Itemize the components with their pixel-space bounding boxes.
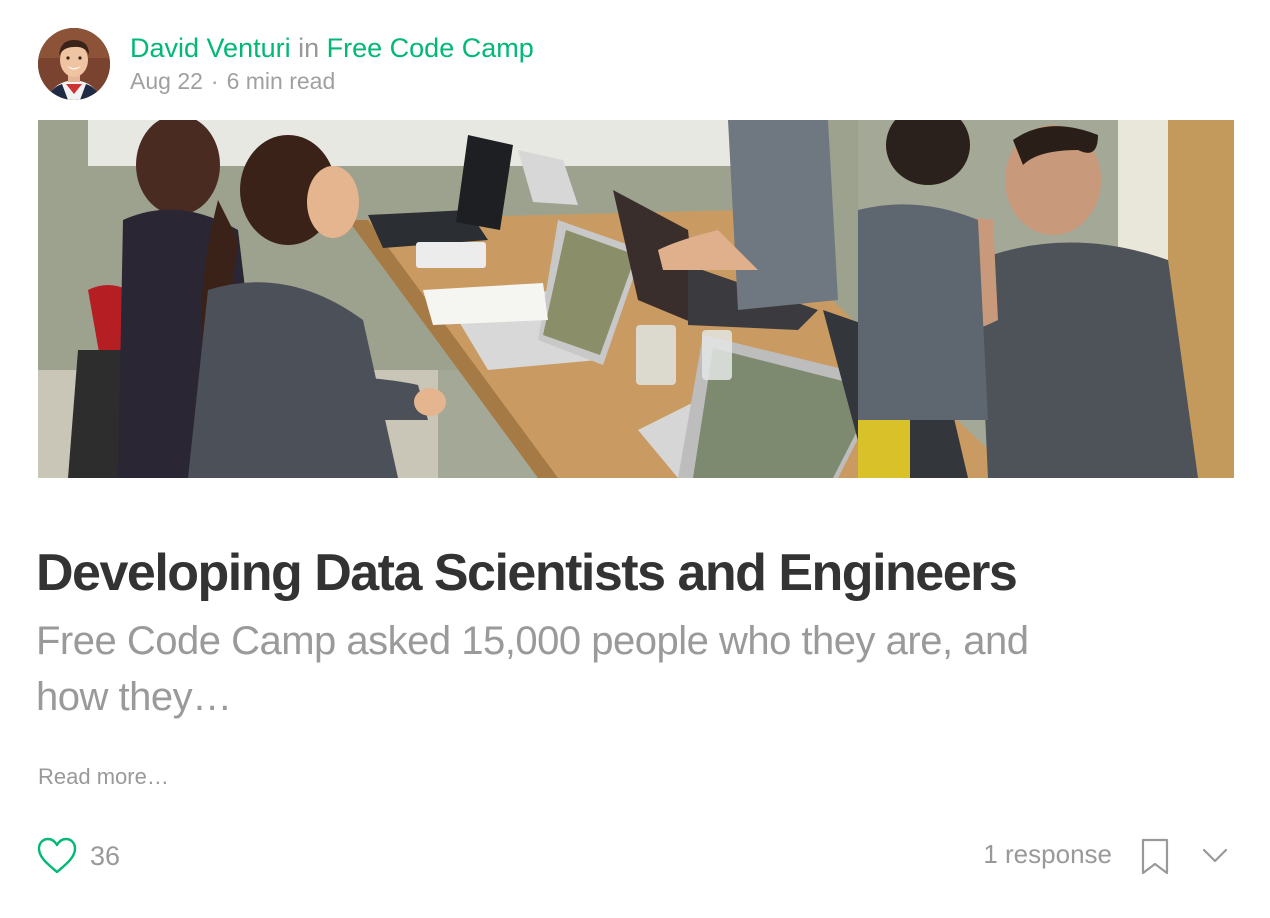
- meta-separator: ·: [210, 68, 219, 94]
- post-date[interactable]: Aug 22: [130, 68, 203, 94]
- heart-icon[interactable]: [37, 837, 77, 875]
- bookmark-icon[interactable]: [1140, 838, 1170, 876]
- in-label: in: [298, 33, 320, 63]
- read-time: 6 min read: [226, 68, 336, 94]
- byline: David Venturi in Free Code Camp: [130, 31, 534, 65]
- responses-link[interactable]: 1 response: [983, 838, 1112, 870]
- post-subtitle[interactable]: Free Code Camp asked 15,000 people who t…: [36, 613, 1066, 725]
- like-count[interactable]: 36: [90, 840, 120, 872]
- publication-link[interactable]: Free Code Camp: [327, 33, 534, 63]
- hero-image[interactable]: [38, 120, 1234, 478]
- post-meta: Aug 22 · 6 min read: [130, 66, 335, 96]
- post-title[interactable]: Developing Data Scientists and Engineers: [36, 540, 1018, 606]
- author-link[interactable]: David Venturi: [130, 33, 291, 63]
- post-card: David Venturi in Free Code Camp Aug 22 · 6…: [0, 0, 1270, 918]
- chevron-down-icon[interactable]: [1200, 844, 1230, 868]
- author-avatar[interactable]: [38, 28, 110, 100]
- read-more-link[interactable]: Read more…: [38, 762, 169, 792]
